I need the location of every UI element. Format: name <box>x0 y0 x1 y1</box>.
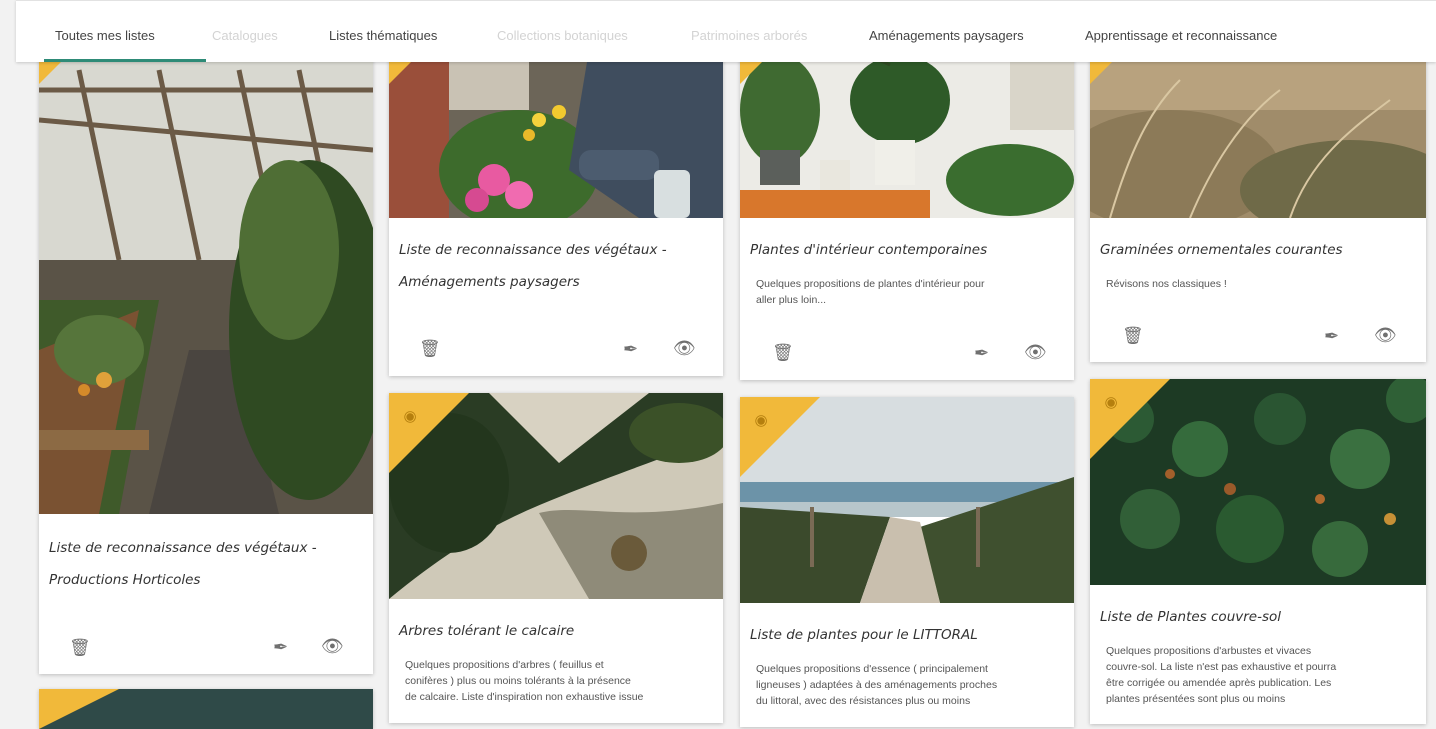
tab-bar: Toutes mes listes Catalogues Listes thém… <box>16 0 1436 62</box>
pen-icon[interactable]: ✒ <box>1324 327 1339 345</box>
card-title: Liste de reconnaissance des végétaux - P… <box>49 540 317 588</box>
ribbon-corner <box>740 397 820 477</box>
eye-icon[interactable]: 👁 <box>1024 343 1047 361</box>
ribbon-corner <box>39 689 119 729</box>
card-description: Quelques propositions d'essence ( princi… <box>756 663 998 707</box>
card-description: Quelques propositions d'arbustes et viva… <box>1106 645 1337 705</box>
trash-icon[interactable]: 🗑 <box>772 344 794 362</box>
eye-icon[interactable]: 👁 <box>1374 326 1397 344</box>
pen-icon[interactable]: ✒ <box>623 340 638 358</box>
card-title: Liste de plantes pour le LITTORAL <box>750 627 978 643</box>
list-card-plantes-interieur[interactable]: Plantes d'intérieur contemporaines Quelq… <box>740 50 1074 380</box>
eye-icon[interactable]: 👁 <box>673 339 696 357</box>
card-image-houseplants <box>740 50 1074 218</box>
tab-listes-thematiques[interactable]: Listes thématiques <box>329 28 437 43</box>
tab-amenagements-paysagers[interactable]: Aménagements paysagers <box>869 28 1024 43</box>
card-description: Quelques propositions d'arbres ( feuillu… <box>405 659 644 703</box>
card-title: Arbres tolérant le calcaire <box>399 623 575 639</box>
eye-icon[interactable]: 👁 <box>321 637 344 655</box>
pen-icon[interactable]: ✒ <box>974 344 989 362</box>
card-title: Graminées ornementales courantes <box>1100 242 1343 258</box>
card-title: Liste de reconnaissance des végétaux - A… <box>399 242 667 290</box>
list-card-littoral[interactable]: ◉ Liste de plantes pour le LITTORAL Quel… <box>740 397 1074 727</box>
card-image-gardening <box>389 50 723 218</box>
list-card-amenagements-paysagers[interactable]: Liste de reconnaissance des végétaux - A… <box>389 50 723 376</box>
list-card-arbres-calcaire[interactable]: ◉ Arbres tolérant le calcaire Quelques p… <box>389 393 723 723</box>
tab-apprentissage-reconnaissance[interactable]: Apprentissage et reconnaissance <box>1085 28 1277 43</box>
trash-icon[interactable]: 🗑 <box>69 639 91 657</box>
tab-patrimoines-arbores[interactable]: Patrimoines arborés <box>691 28 807 43</box>
pen-icon[interactable]: ✒ <box>273 638 288 656</box>
ribbon-corner <box>389 393 469 473</box>
list-card-graminees[interactable]: Graminées ornementales courantes Révison… <box>1090 50 1426 362</box>
tab-collections-botaniques[interactable]: Collections botaniques <box>497 28 628 43</box>
list-card-couvre-sol[interactable]: ◉ Liste de Plantes couvre-sol Quelques p… <box>1090 379 1426 724</box>
tab-toutes-mes-listes[interactable]: Toutes mes listes <box>55 28 155 43</box>
card-title: Liste de Plantes couvre-sol <box>1100 609 1282 625</box>
trash-icon[interactable]: 🗑 <box>1122 327 1144 345</box>
card-image-greenhouse <box>39 50 373 514</box>
card-description: Quelques propositions de plantes d'intér… <box>756 278 985 306</box>
card-title: Plantes d'intérieur contemporaines <box>750 242 988 258</box>
card-description: Révisons nos classiques ! <box>1106 278 1227 290</box>
tab-catalogues[interactable]: Catalogues <box>212 28 278 43</box>
list-card-partial[interactable] <box>39 689 373 729</box>
list-card-productions-horticoles[interactable]: Liste de reconnaissance des végétaux - P… <box>39 50 373 674</box>
ribbon-corner <box>1090 379 1170 459</box>
active-tab-indicator <box>44 59 206 62</box>
card-image-grasses <box>1090 50 1426 218</box>
trash-icon[interactable]: 🗑 <box>419 340 441 358</box>
